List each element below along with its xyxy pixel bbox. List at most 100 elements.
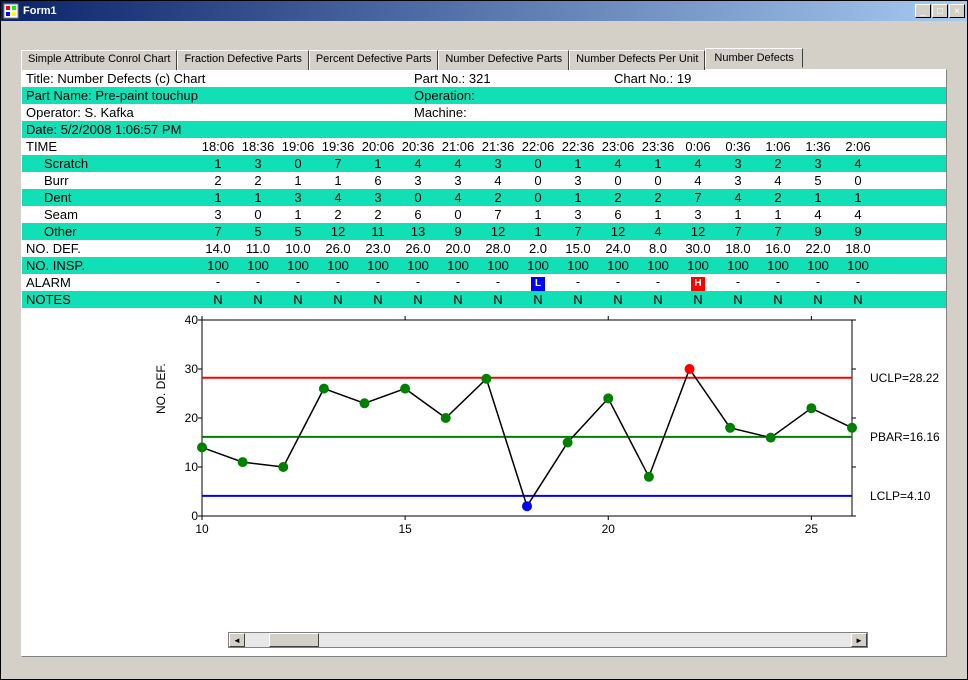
scroll-right-button[interactable]: ►: [851, 633, 867, 647]
tab-number-defects-per-unit[interactable]: Number Defects Per Unit: [569, 50, 705, 70]
operation-label: Operation:: [414, 88, 475, 103]
cell: N: [718, 292, 758, 307]
app-window: Form1 _ □ × Simple Attribute Conrol Char…: [0, 0, 968, 680]
cell: 13: [398, 224, 438, 239]
cell: 0: [518, 173, 558, 188]
tab-simple-attribute-conrol-chart[interactable]: Simple Attribute Conrol Chart: [21, 50, 177, 70]
cell: 4: [318, 190, 358, 205]
data-row: Scratch13071443014143234: [22, 155, 946, 172]
app-icon: [3, 3, 19, 19]
row-label: NO. INSP.: [26, 258, 198, 273]
cell: N: [558, 292, 598, 307]
cell: 4: [638, 224, 678, 239]
cell: 1: [198, 156, 238, 171]
cell: 19:06: [278, 139, 318, 154]
cell: 9: [798, 224, 838, 239]
row-label: Dent: [26, 190, 198, 205]
cell: 3: [718, 173, 758, 188]
cell: 4: [398, 156, 438, 171]
close-button[interactable]: ×: [949, 4, 965, 18]
tab-fraction-defective-parts[interactable]: Fraction Defective Parts: [177, 50, 308, 70]
cell: 1: [638, 156, 678, 171]
cell: 18:06: [198, 139, 238, 154]
cell: 100: [478, 258, 518, 273]
cell: 100: [838, 258, 878, 273]
date-value: 5/2/2008 1:06:57 PM: [61, 122, 182, 137]
cell: -: [838, 274, 878, 291]
data-row: Burr22116334030043450: [22, 172, 946, 189]
cell: 2: [238, 173, 278, 188]
cell: 4: [678, 173, 718, 188]
tab-percent-defective-parts[interactable]: Percent Defective Parts: [309, 50, 439, 70]
minimize-button[interactable]: _: [915, 4, 931, 18]
cell: 7: [198, 224, 238, 239]
cell: 12: [598, 224, 638, 239]
close-icon: ×: [954, 6, 960, 17]
cell: 2: [758, 190, 798, 205]
cell: 5: [798, 173, 838, 188]
cell: N: [318, 292, 358, 307]
cell: 4: [438, 156, 478, 171]
cell: 1: [318, 173, 358, 188]
cell: 20.0: [438, 241, 478, 256]
cell: 1: [758, 207, 798, 222]
cell: 100: [518, 258, 558, 273]
scroll-track[interactable]: [245, 633, 851, 647]
tabstrip: Simple Attribute Conrol ChartFraction De…: [21, 50, 947, 70]
maximize-button[interactable]: □: [932, 4, 948, 18]
scroll-left-button[interactable]: ◄: [229, 633, 245, 647]
cell: 3: [558, 173, 598, 188]
cell: 1: [238, 190, 278, 205]
cell: 18.0: [838, 241, 878, 256]
operator-label: Operator:: [26, 105, 81, 120]
cell: N: [358, 292, 398, 307]
cell: 1: [798, 190, 838, 205]
cell: 100: [358, 258, 398, 273]
machine-label: Machine:: [414, 105, 467, 120]
cell: 30.0: [678, 241, 718, 256]
cell: 10.0: [278, 241, 318, 256]
cell: -: [758, 274, 798, 291]
cell: N: [598, 292, 638, 307]
cell: 4: [678, 156, 718, 171]
triangle-left-icon: ◄: [233, 636, 241, 645]
horizontal-scrollbar[interactable]: ◄ ►: [228, 632, 868, 648]
cell: 1: [558, 156, 598, 171]
titlebar[interactable]: Form1 _ □ ×: [1, 1, 967, 21]
cell: 0: [238, 207, 278, 222]
cell: 11.0: [238, 241, 278, 256]
cell: 4: [758, 173, 798, 188]
meta-date-row: Date: 5/2/2008 1:06:57 PM: [22, 121, 946, 138]
tab-number-defective-parts[interactable]: Number Defective Parts: [438, 50, 569, 70]
cell: N: [398, 292, 438, 307]
cell: 21:06: [438, 139, 478, 154]
minimize-icon: _: [920, 6, 926, 17]
cell: 0: [838, 173, 878, 188]
cell: 15.0: [558, 241, 598, 256]
cell: 22:36: [558, 139, 598, 154]
cell: 4: [598, 156, 638, 171]
cell: 11: [358, 224, 398, 239]
row-label: Seam: [26, 207, 198, 222]
chart-area: NO. DEF. 010203040 UCLP=28.22PBAR=16.16L…: [22, 314, 946, 566]
cell: 1: [638, 207, 678, 222]
cell: 1: [518, 207, 558, 222]
cell: 2: [198, 173, 238, 188]
cell: L: [518, 274, 558, 291]
cell: 6: [398, 207, 438, 222]
cell: 21:36: [478, 139, 518, 154]
cell: 14.0: [198, 241, 238, 256]
cell: -: [478, 274, 518, 291]
cell: 12: [678, 224, 718, 239]
cell: 1:36: [798, 139, 838, 154]
cell: 4: [438, 190, 478, 205]
cell: 18:36: [238, 139, 278, 154]
meta-title-row: Title: Number Defects (c) Chart Part No.…: [22, 70, 946, 87]
scroll-thumb[interactable]: [269, 633, 319, 647]
alarm-low-badge: L: [531, 277, 545, 291]
data-row: Seam30122607136131144: [22, 206, 946, 223]
tab-number-defects[interactable]: Number Defects: [705, 48, 802, 68]
cell: 1: [518, 224, 558, 239]
cell: -: [318, 274, 358, 291]
control-chart: [172, 314, 862, 534]
